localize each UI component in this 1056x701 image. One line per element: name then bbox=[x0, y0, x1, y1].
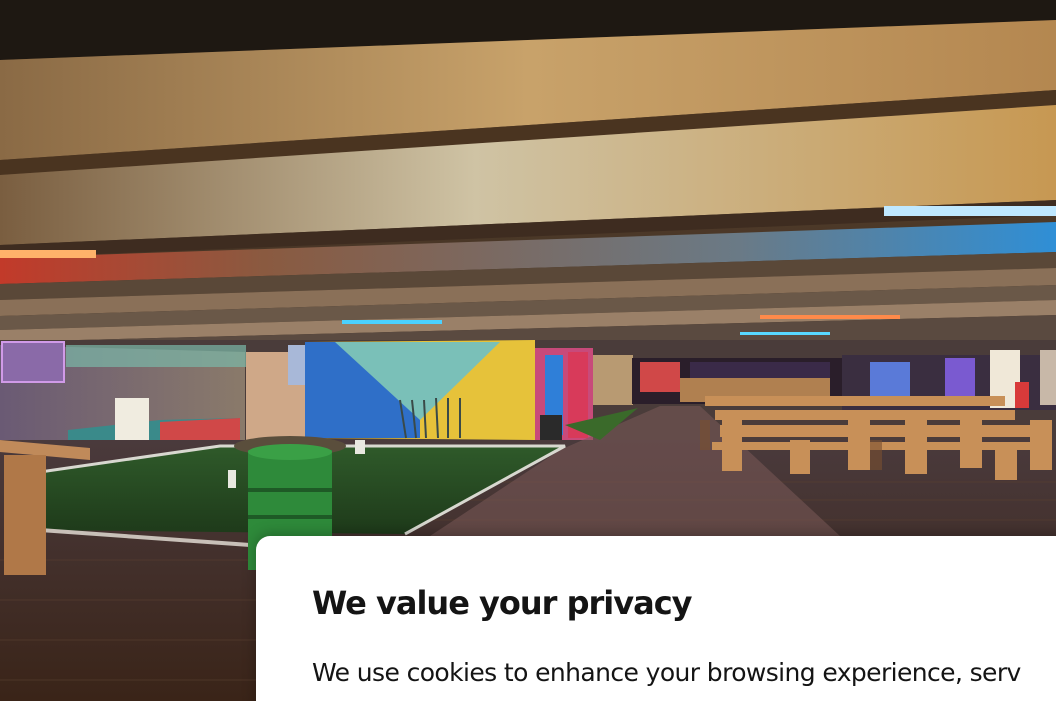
page: We value your privacy We use cookies to … bbox=[0, 0, 1056, 701]
cookie-consent-modal: We value your privacy We use cookies to … bbox=[256, 536, 1056, 701]
privacy-title: We value your privacy bbox=[312, 584, 693, 622]
privacy-description: We use cookies to enhance your browsing … bbox=[312, 658, 1021, 687]
